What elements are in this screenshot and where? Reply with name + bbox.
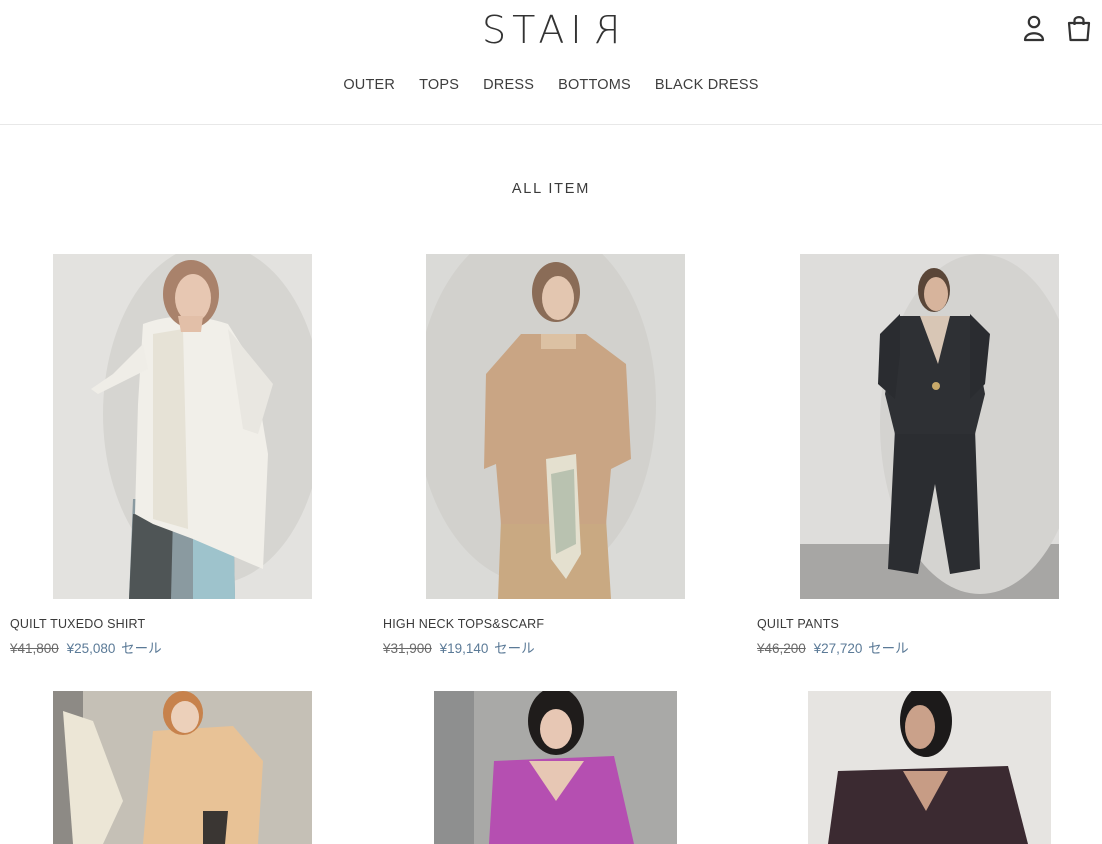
sale-badge: セール <box>494 641 535 656</box>
product-card-6[interactable] <box>757 691 1102 844</box>
sale-price: ¥25,080 <box>66 641 116 656</box>
product-card-high-neck-tops-scarf[interactable]: HIGH NECK TOPS&SCARF ¥31,900 ¥19,140 セール <box>383 254 728 657</box>
header-icons <box>1022 14 1092 42</box>
original-price: ¥31,900 <box>383 641 432 656</box>
brand-logo[interactable]: STAIR <box>0 8 1102 52</box>
cart-icon[interactable] <box>1066 14 1092 42</box>
product-image[interactable] <box>808 691 1051 844</box>
product-card-4[interactable] <box>10 691 355 844</box>
product-name[interactable]: QUILT PANTS <box>757 617 1102 631</box>
sale-badge: セール <box>121 641 162 656</box>
main-nav: OUTER TOPS DRESS BOTTOMS BLACK DRESS <box>0 77 1102 93</box>
product-card-quilt-tuxedo-shirt[interactable]: QUILT TUXEDO SHIRT ¥41,800 ¥25,080 セール <box>10 254 355 657</box>
logo-text: STAI <box>482 8 588 52</box>
product-image[interactable] <box>800 254 1059 599</box>
product-card-5[interactable] <box>383 691 728 844</box>
site-header: STAIR OUTER TOPS DRESS BOTTOMS BLACK DRE… <box>0 0 1102 125</box>
product-image[interactable] <box>434 691 677 844</box>
product-image[interactable] <box>53 254 312 599</box>
original-price: ¥41,800 <box>10 641 59 656</box>
nav-item-bottoms[interactable]: BOTTOMS <box>558 77 631 93</box>
product-image[interactable] <box>53 691 312 844</box>
product-name[interactable]: HIGH NECK TOPS&SCARF <box>383 617 728 631</box>
nav-item-dress[interactable]: DRESS <box>483 77 534 93</box>
product-price: ¥31,900 ¥19,140 セール <box>383 637 728 657</box>
product-price: ¥46,200 ¥27,720 セール <box>757 637 1102 657</box>
account-icon[interactable] <box>1022 14 1046 42</box>
logo-flipped-letter: R <box>587 8 620 52</box>
product-card-quilt-pants[interactable]: QUILT PANTS ¥46,200 ¥27,720 セール <box>757 254 1102 657</box>
nav-item-black-dress[interactable]: BLACK DRESS <box>655 77 759 93</box>
sale-badge: セール <box>868 641 909 656</box>
product-name[interactable]: QUILT TUXEDO SHIRT <box>10 617 355 631</box>
collection-title: ALL ITEM <box>511 181 591 197</box>
product-price: ¥41,800 ¥25,080 セール <box>10 637 355 657</box>
sale-price: ¥19,140 <box>439 641 489 656</box>
sale-price: ¥27,720 <box>813 641 863 656</box>
nav-item-tops[interactable]: TOPS <box>419 77 459 93</box>
nav-item-outer[interactable]: OUTER <box>343 77 395 93</box>
original-price: ¥46,200 <box>757 641 806 656</box>
product-image[interactable] <box>426 254 685 599</box>
